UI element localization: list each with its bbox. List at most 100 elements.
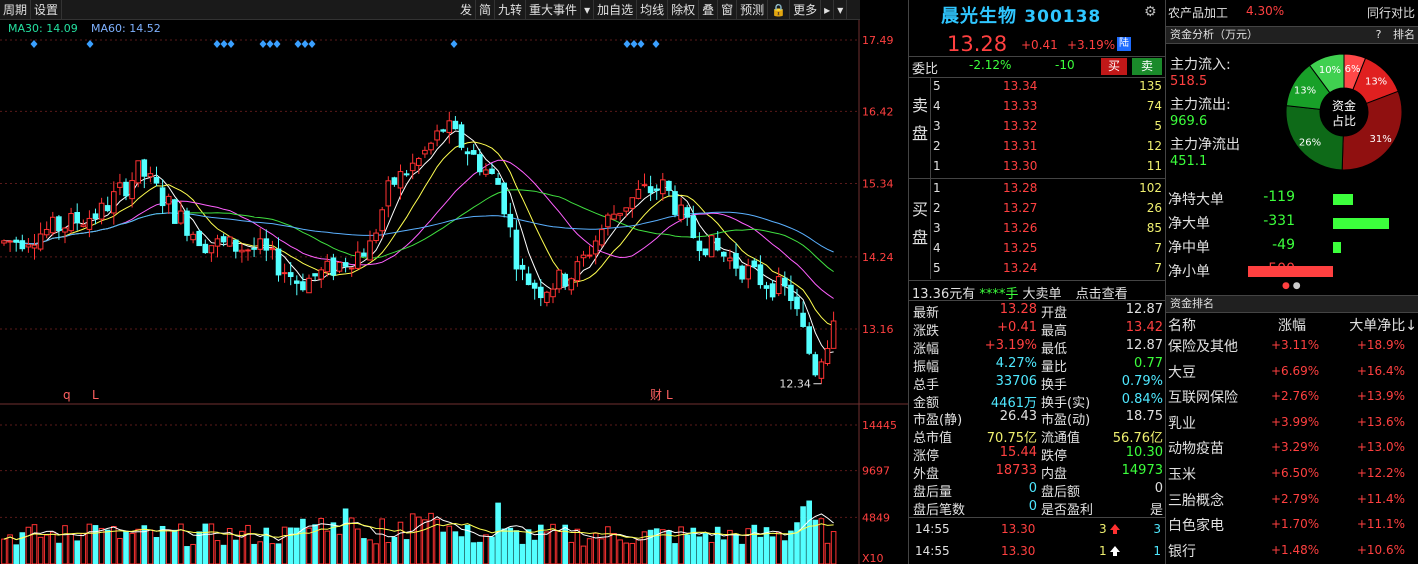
chart-toolbar: 周期 设置 发简九转 重大事件 ▾ 加自选 均线 除权叠窗预测 🔒 更多 ▸ ▾ xyxy=(0,0,860,20)
sector-name[interactable]: 农产品加工 xyxy=(1168,4,1228,21)
toolbar-tool-9[interactable]: 窗 xyxy=(718,0,738,20)
toolbar-tool-5[interactable]: 加自选 xyxy=(594,0,638,20)
volume-bar xyxy=(806,500,813,564)
candle-body xyxy=(202,243,209,254)
volume-bar xyxy=(281,526,288,564)
toolbar-tool-0[interactable]: 发 xyxy=(457,0,477,20)
event-marker[interactable]: q xyxy=(63,388,71,402)
toolbar-tool-1[interactable]: 简 xyxy=(476,0,496,20)
stat-value: 33706 xyxy=(995,373,1037,389)
toolbar-tool-3[interactable]: 重大事件 xyxy=(526,0,582,20)
candle-body xyxy=(690,215,697,239)
kline-chart[interactable]: 17.4916.4215.3414.2413.1612.34q L 财 L144459… xyxy=(0,20,908,564)
candle-body xyxy=(824,347,831,364)
toolbar-btn-1[interactable]: 设置 xyxy=(31,0,63,20)
rank-row[interactable]: 大豆 +6.69% +16.4% xyxy=(1166,362,1418,387)
rank-row[interactable]: 保险及其他 +3.11% +18.9% xyxy=(1166,336,1418,361)
candle-body xyxy=(788,284,794,302)
gear-icon[interactable]: ⚙ xyxy=(1144,4,1157,20)
bid-row[interactable]: 4 13.25 7 xyxy=(931,241,1164,259)
net-flow-label: 净特大单 xyxy=(1168,192,1224,208)
stat-row: 涨停 15.44 跌停 10.30 xyxy=(913,445,1165,464)
kline-chart-area[interactable]: 17.49 16.42 15.34 14.24 13.16 12.34 q L 财 L 14445 9… xyxy=(0,20,908,564)
bid-row[interactable]: 5 13.24 7 xyxy=(931,261,1164,279)
volume-bar xyxy=(477,541,483,564)
rank-ratio: +13.0% xyxy=(1356,440,1405,455)
candle-body xyxy=(178,210,184,224)
toolbar-tool-11[interactable]: 🔒 xyxy=(768,0,791,20)
stock-title[interactable]: 晨光生物 300138 xyxy=(941,2,1101,28)
rank-row[interactable]: 三胎概念 +2.79% +11.4% xyxy=(1166,490,1418,515)
page-dots[interactable]: ● ● xyxy=(1282,281,1301,291)
help-icon[interactable]: ? xyxy=(1376,28,1382,41)
event-marker[interactable]: L xyxy=(92,388,99,402)
toolbar-tool-6[interactable]: 均线 xyxy=(637,0,669,20)
rank-row[interactable]: 动物疫苗 +3.29% +13.0% xyxy=(1166,438,1418,463)
toolbar-tool-10[interactable]: 预测 xyxy=(737,0,769,20)
ask-row[interactable]: 1 13.30 11 xyxy=(931,159,1164,177)
rank-row[interactable]: 玉米 +6.50% +12.2% xyxy=(1166,464,1418,489)
event-diamond-icon[interactable] xyxy=(623,40,631,48)
bid-row[interactable]: 3 13.26 85 xyxy=(931,221,1164,239)
rank-row[interactable]: 白色家电 +1.70% +11.1% xyxy=(1166,515,1418,540)
ask-row[interactable]: 2 13.31 12 xyxy=(931,139,1164,157)
ask-row[interactable]: 4 13.33 74 xyxy=(931,99,1164,117)
volume-bar xyxy=(507,527,514,564)
event-diamond-icon[interactable] xyxy=(652,40,660,48)
ask-volume: 74 xyxy=(1146,99,1162,113)
rank-link[interactable]: 排名 xyxy=(1393,28,1415,41)
toolbar-tool-8[interactable]: 叠 xyxy=(699,0,719,20)
toolbar-tool-13[interactable]: ▸ xyxy=(821,0,835,20)
event-diamond-icon[interactable] xyxy=(630,40,638,48)
ask-row[interactable]: 5 13.34 135 xyxy=(931,79,1164,97)
volume-bar xyxy=(794,522,800,564)
candle-body xyxy=(129,180,135,200)
event-diamond-icon[interactable] xyxy=(308,40,316,48)
rank-row[interactable]: 银行 +1.48% +10.6% xyxy=(1166,541,1418,564)
volume-bar xyxy=(623,542,630,564)
volume-bar xyxy=(684,534,691,564)
event-diamond-icon[interactable] xyxy=(266,40,274,48)
col-change[interactable]: 涨幅 xyxy=(1278,315,1306,335)
event-diamond-icon[interactable] xyxy=(220,40,228,48)
event-diamond-icon[interactable] xyxy=(450,40,458,48)
volume-bar xyxy=(355,528,361,564)
toolbar-tool-7[interactable]: 除权 xyxy=(668,0,700,20)
event-diamond-icon[interactable] xyxy=(259,40,267,48)
toolbar-btn-0[interactable]: 周期 xyxy=(0,0,32,20)
event-diamond-icon[interactable] xyxy=(301,40,309,48)
rank-row[interactable]: 乳业 +3.99% +13.6% xyxy=(1166,413,1418,438)
buy-button[interactable]: 买 xyxy=(1101,58,1127,75)
toolbar-tool-4[interactable]: ▾ xyxy=(581,0,595,20)
candle-body xyxy=(684,207,691,218)
stat-key: 总手 xyxy=(913,377,940,393)
event-marker[interactable]: 财 xyxy=(650,388,662,402)
tick-price: 13.30 xyxy=(1001,544,1036,558)
event-diamond-icon[interactable] xyxy=(294,40,302,48)
rank-row[interactable]: 互联网保险 +2.76% +13.9% xyxy=(1166,387,1418,412)
peer-compare-link[interactable]: 同行对比 xyxy=(1367,4,1415,21)
col-bigorder-ratio[interactable]: 大单净比↓ xyxy=(1349,315,1417,335)
event-marker[interactable]: L xyxy=(666,388,673,402)
rank-change: +1.70% xyxy=(1271,517,1320,532)
ask-row[interactable]: 3 13.32 5 xyxy=(931,119,1164,137)
candle-body xyxy=(239,249,245,253)
toolbar-tool-2[interactable]: 九转 xyxy=(495,0,527,20)
event-diamond-icon[interactable] xyxy=(273,40,281,48)
bid-row[interactable]: 1 13.28 102 xyxy=(931,181,1164,199)
volume-bar xyxy=(379,518,385,564)
event-diamond-icon[interactable] xyxy=(213,40,221,48)
event-diamond-icon[interactable] xyxy=(637,40,645,48)
sell-button[interactable]: 卖 xyxy=(1132,58,1162,75)
quote-panel: 晨光生物 300138 13.28 +0.41 +3.19% 陆 委比 -2.1… xyxy=(908,0,1166,564)
event-diamond-icon[interactable] xyxy=(227,40,235,48)
event-diamond-icon[interactable] xyxy=(30,40,38,48)
candle-body xyxy=(245,249,251,252)
bid-row[interactable]: 2 13.27 26 xyxy=(931,201,1164,219)
volume-bar xyxy=(824,542,831,564)
event-diamond-icon[interactable] xyxy=(86,40,94,48)
toolbar-tool-14[interactable]: ▾ xyxy=(834,0,848,20)
col-name[interactable]: 名称 xyxy=(1168,315,1196,335)
candle-body xyxy=(763,285,770,289)
toolbar-tool-12[interactable]: 更多 xyxy=(790,0,822,20)
